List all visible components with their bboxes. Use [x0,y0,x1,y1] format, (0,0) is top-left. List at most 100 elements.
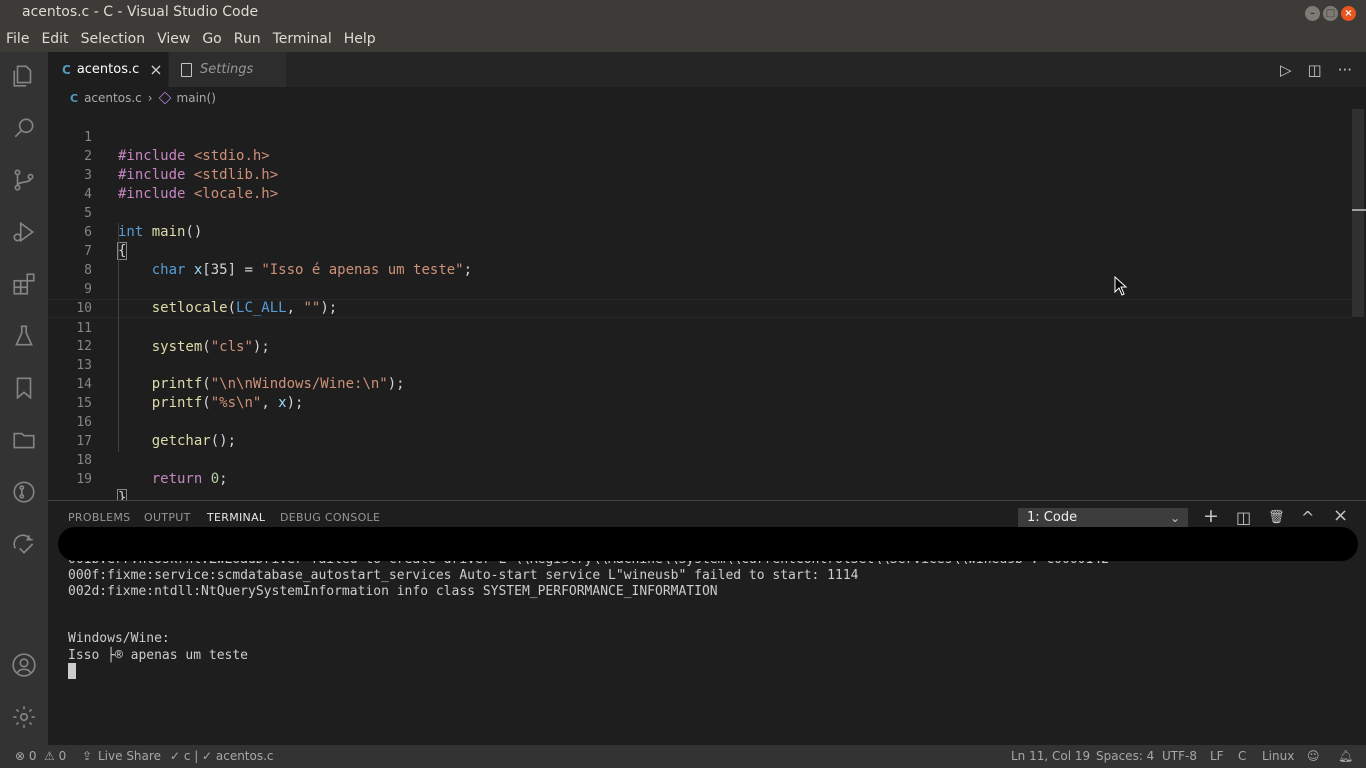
search-icon[interactable] [0,104,48,152]
menu-file[interactable]: File [0,27,35,52]
menu-run[interactable]: Run [228,27,267,52]
terminal-line: Isso ├® apenas um teste [68,648,249,663]
current-code-line: 11 system("cls"); [48,299,1352,355]
status-bar: ⊗ 0 ⚠ 0 ⇪ Live Share ✓ c | ✓ acentos.c L… [0,745,1366,768]
code-line: 1 #include <stdio.h> [48,109,1352,164]
close-window-button[interactable]: × [1341,6,1356,21]
terminal-line: Windows/Wine: [68,631,170,646]
breadcrumb: C acentos.c › main() [48,87,1366,109]
code-editor[interactable]: 1 #include <stdio.h> 2 #include <stdlib.… [48,109,1366,507]
tab-acentos-c[interactable]: C acentos.c × [48,52,168,87]
code-line: 7 char x[35] = "Isso é apenas um teste"; [48,223,1352,278]
code-line: 4 [48,166,1352,202]
maximize-button[interactable]: □ [1323,6,1338,21]
code-line: 18 return 0; [48,432,1352,487]
run-debug-icon[interactable] [0,208,48,256]
terminal-line: 000f:fixme:service:scmdatabase_autostart… [68,568,859,583]
code-line: 12 [48,318,1352,354]
code-line: 2 #include <stdlib.h> [48,128,1352,183]
file-icon [181,62,192,77]
menu-edit[interactable]: Edit [35,27,74,52]
code-line: 13 printf("\n\nWindows/Wine:\n"); [48,337,1352,392]
testing-icon[interactable] [0,312,48,360]
split-editor-icon[interactable]: ◫ [1308,61,1322,79]
code-keyword: return [151,471,203,487]
title-bar: acentos.c - C - Visual Studio Code – □ × [0,0,1366,27]
new-terminal-icon[interactable]: + [1203,505,1219,527]
tab-problems[interactable]: PROBLEMS [68,511,130,524]
source-control-icon[interactable] [0,156,48,204]
split-terminal-icon[interactable]: ◫ [1236,508,1251,527]
tab-label: acentos.c [76,62,140,77]
code-line: 6 { [48,204,1352,260]
extensions-icon[interactable] [0,260,48,308]
status-check-c[interactable]: ✓ c | [170,749,198,763]
bookmarks-icon[interactable] [0,364,48,412]
code-line: 15 [48,375,1352,411]
run-icon[interactable]: ▷ [1280,61,1292,79]
terminal-select-value: 1: Code [1027,510,1078,525]
code-line: 10 [48,280,1352,316]
folder-icon[interactable] [0,416,48,464]
status-check-file[interactable]: ✓ acentos.c [202,749,274,763]
c-file-icon: C [62,62,71,77]
files-icon[interactable] [0,52,48,100]
activity-bar [0,52,48,745]
chevron-down-icon: ⌄ [1169,511,1180,525]
language-mode[interactable]: C [1238,749,1246,763]
tab-debug-console[interactable]: DEBUG CONSOLE [280,511,380,524]
code-line: 16 getchar(); [48,394,1352,449]
close-panel-icon[interactable]: × [1333,505,1348,526]
end-of-line[interactable]: LF [1210,749,1224,763]
warnings-count[interactable]: ⚠ 0 [44,749,66,763]
live-share-button[interactable]: Live Share [98,749,161,763]
live-share-icon[interactable]: ⇪ [82,749,92,763]
tab-label: Settings [200,62,254,77]
platform[interactable]: Linux [1262,749,1294,763]
code-text: ; [219,471,228,487]
tab-output[interactable]: OUTPUT [144,511,191,524]
scroll-position-marker [1352,209,1366,211]
menu-selection[interactable]: Selection [75,27,152,52]
encoding[interactable]: UTF-8 [1162,749,1197,763]
editor-tabs: C acentos.c × Settings ▷ ◫ ··· [48,52,1366,87]
breadcrumb-file[interactable]: acentos.c [84,91,142,105]
settings-gear-icon[interactable] [0,693,48,741]
more-actions-icon[interactable]: ··· [1338,61,1352,79]
terminal-select[interactable]: 1: Code ⌄ [1018,508,1188,528]
feedback-icon[interactable]: ☺ [1307,749,1320,763]
code-line: 19 } [48,451,1352,507]
remote-icon[interactable] [0,520,48,568]
tab-settings[interactable]: Settings [168,52,286,87]
menu-terminal[interactable]: Terminal [267,27,338,52]
notifications-icon[interactable]: 🔔︎ [1338,749,1353,763]
maximize-panel-icon[interactable]: ^ [1301,508,1314,527]
menu-help[interactable]: Help [338,27,382,52]
breadcrumb-symbol[interactable]: main() [177,91,216,105]
indent-guide [118,223,119,452]
close-tab-icon[interactable]: × [149,60,162,79]
editor-scrollbar[interactable] [1352,109,1364,317]
menu-bar: File Edit Selection View Go Run Terminal… [0,27,1366,52]
symbol-method-icon [158,91,171,105]
code-line: 14 printf("%s\n", x); [48,356,1352,411]
git-graph-icon[interactable] [0,468,48,516]
code-line: 17 [48,413,1352,449]
line-number: 19 [76,472,92,487]
terminal-cursor [68,663,76,679]
code-number: 0 [210,471,220,487]
cursor-position[interactable]: Ln 11, Col 19 [1011,749,1090,763]
code-line: 5 int main() [48,185,1352,240]
window-controls: – □ × [1305,6,1356,21]
accounts-icon[interactable] [0,641,48,689]
minimize-button[interactable]: – [1305,6,1320,21]
code-line: 8 [48,242,1352,278]
c-file-icon: C [70,91,79,105]
errors-count[interactable]: ⊗ 0 [15,749,37,763]
menu-view[interactable]: View [151,27,196,52]
indentation[interactable]: Spaces: 4 [1096,749,1154,763]
menu-go[interactable]: Go [196,27,227,52]
code-line: 9 setlocale(LC_ALL, ""); [48,261,1352,316]
trash-icon[interactable]: 🗑 [1268,510,1285,525]
